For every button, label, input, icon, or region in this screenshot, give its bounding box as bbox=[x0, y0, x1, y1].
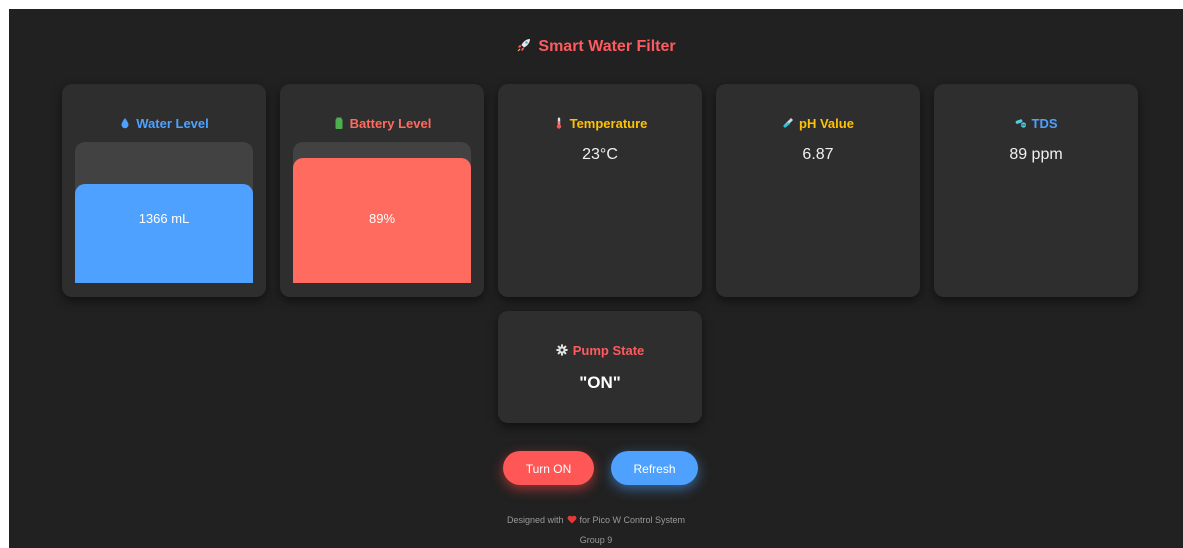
tds-label: TDS bbox=[934, 116, 1138, 131]
footer-credit: Designed with for Pico W Control System bbox=[506, 515, 686, 525]
pills-icon bbox=[1015, 119, 1026, 128]
page-title: Smart Water Filter bbox=[9, 37, 1183, 56]
test-tube-icon bbox=[783, 118, 794, 128]
temperature-label: Temperature bbox=[498, 116, 702, 131]
refresh-button[interactable]: Refresh bbox=[611, 451, 698, 485]
gear-icon bbox=[556, 344, 568, 356]
app-root: Smart Water Filter Water Level 1366 mL B… bbox=[9, 9, 1183, 548]
water-level-fill bbox=[75, 184, 253, 283]
page-title-text: Smart Water Filter bbox=[538, 38, 676, 55]
rocket-icon bbox=[517, 39, 531, 52]
tds-value: 89 ppm bbox=[1009, 146, 1063, 163]
heart-icon bbox=[567, 515, 576, 524]
turn-on-button[interactable]: Turn ON bbox=[503, 451, 594, 485]
pump-state-card: Pump State "ON" bbox=[498, 311, 702, 423]
water-level-card: Water Level 1366 mL bbox=[62, 84, 266, 297]
ph-value: 6.87 bbox=[802, 146, 834, 163]
battery-level-card: Battery Level 89% bbox=[280, 84, 484, 297]
thermometer-icon bbox=[556, 117, 561, 129]
battery-icon bbox=[335, 117, 343, 129]
tds-card: TDS 89 ppm bbox=[934, 84, 1138, 297]
water-level-tank: 1366 mL bbox=[75, 142, 253, 283]
pump-state-label: Pump State bbox=[498, 343, 702, 358]
battery-level-label: Battery Level bbox=[280, 116, 484, 131]
temperature-value: 23°C bbox=[582, 146, 618, 163]
water-drop-icon bbox=[121, 118, 129, 129]
water-level-label: Water Level bbox=[62, 116, 266, 131]
pump-state-value: "ON" bbox=[579, 373, 621, 392]
ph-value-label: pH Value bbox=[716, 116, 920, 131]
ph-value-card: pH Value 6.87 bbox=[716, 84, 920, 297]
water-level-value: 1366 mL bbox=[138, 210, 190, 226]
battery-level-tank: 89% bbox=[293, 142, 471, 283]
battery-level-value: 89% bbox=[368, 210, 396, 226]
temperature-card: Temperature 23°C bbox=[498, 84, 702, 297]
footer-group: Group 9 bbox=[579, 535, 613, 545]
